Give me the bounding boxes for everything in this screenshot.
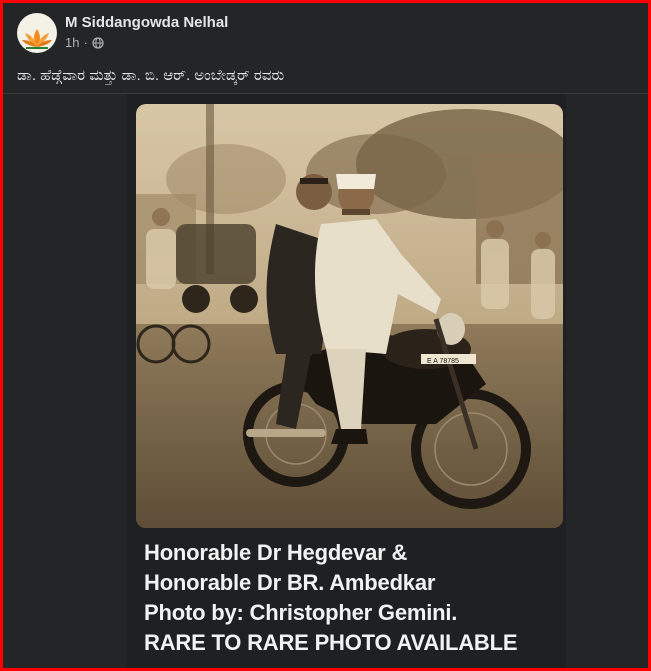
vintage-photo: E A 78785 xyxy=(136,104,563,528)
author-name[interactable]: M Siddangowda Nelhal xyxy=(65,14,228,31)
dot-separator: · xyxy=(83,35,88,50)
caption-line-4: RARE TO RARE PHOTO AVAILABLE xyxy=(144,630,518,655)
avatar[interactable] xyxy=(17,13,57,53)
post-header: M Siddangowda Nelhal 1h · xyxy=(3,3,648,61)
image-caption: Honorable Dr Hegdevar & Honorable Dr BR.… xyxy=(144,538,518,658)
caption-line-2: Honorable Dr BR. Ambedkar xyxy=(144,570,436,595)
lotus-icon xyxy=(22,29,52,49)
caption-line-3: Photo by: Christopher Gemini. xyxy=(144,600,458,625)
caption-line-1: Honorable Dr Hegdevar & xyxy=(144,540,408,565)
post-meta: 1h · xyxy=(65,35,104,50)
globe-icon[interactable] xyxy=(92,36,104,49)
motorcycle-riders-illustration: E A 78785 xyxy=(136,104,563,528)
post-text: ಡಾ. ಹೆಡ್ಗೆವಾರ ಮತ್ತು ಡಾ. ಬಿ. ಆರ್. ಅಂಬೇಡ್ಕ… xyxy=(17,67,285,84)
post-time[interactable]: 1h xyxy=(65,35,79,50)
post-card: M Siddangowda Nelhal 1h · ಡಾ. ಹೆಡ್ಗೆವಾರ … xyxy=(3,3,648,668)
plate-text: E A 78785 xyxy=(427,358,459,365)
post-image[interactable]: E A 78785 Honorable Dr Hegdevar & Honora… xyxy=(126,94,566,668)
